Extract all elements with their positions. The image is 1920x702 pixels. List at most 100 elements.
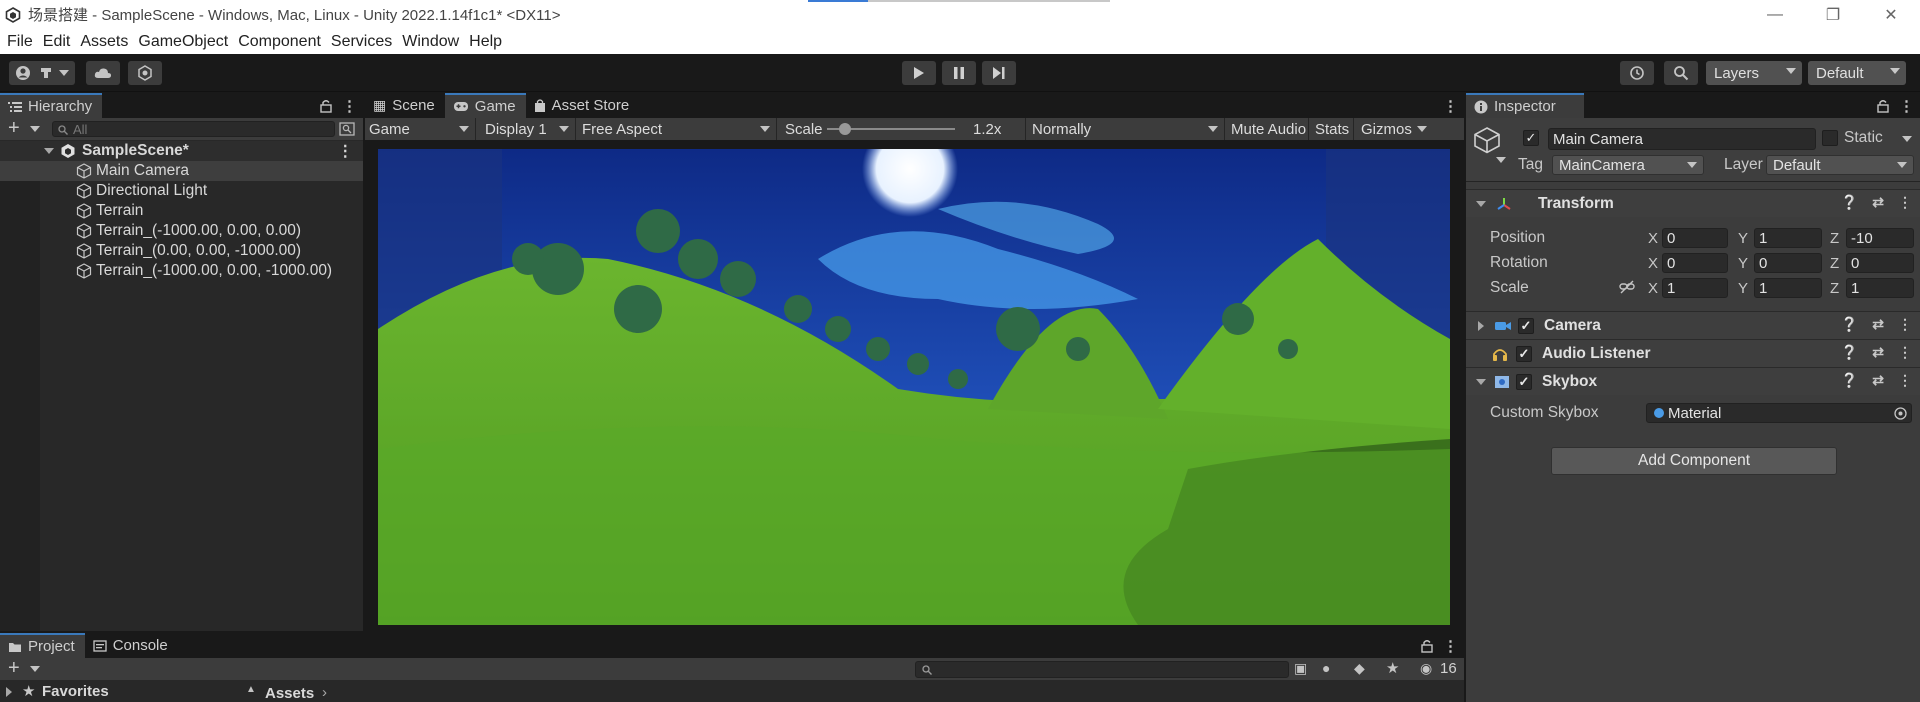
hierarchy-search-input[interactable]: All — [52, 121, 335, 137]
kebab-menu-icon[interactable]: ⋮ — [1898, 194, 1912, 211]
preset-icon[interactable]: ⇄ — [1872, 316, 1884, 333]
preset-icon[interactable]: ⇄ — [1872, 194, 1884, 211]
layout-dropdown[interactable]: Default — [1808, 61, 1906, 85]
lock-icon[interactable] — [1877, 99, 1889, 113]
object-name-field[interactable]: Main Camera — [1548, 128, 1816, 150]
kebab-menu-icon[interactable]: ⋮ — [1443, 637, 1458, 655]
audio-listener-enabled-checkbox[interactable]: ✓ — [1516, 345, 1532, 362]
menu-edit[interactable]: Edit — [36, 33, 71, 51]
tab-console[interactable]: Console — [85, 633, 178, 658]
search-filter-icon[interactable]: ▣ — [1294, 660, 1307, 677]
help-icon[interactable]: ❔ — [1841, 372, 1858, 389]
custom-skybox-field[interactable]: Material — [1646, 403, 1912, 423]
layer-dropdown[interactable]: Default — [1766, 155, 1914, 175]
scale-y-field[interactable]: 1 — [1754, 278, 1822, 298]
tab-asset-store[interactable]: Asset Store — [526, 93, 640, 118]
filter-by-type-icon[interactable]: ● — [1322, 660, 1330, 676]
restore-button[interactable]: ❐ — [1804, 0, 1862, 29]
search-filter-icon[interactable] — [339, 122, 355, 136]
close-button[interactable]: ✕ — [1862, 0, 1920, 29]
position-z-field[interactable]: -10 — [1846, 228, 1914, 248]
favorite-star-icon[interactable]: ★ — [1386, 659, 1399, 677]
foldout-arrow-icon[interactable] — [1476, 378, 1486, 385]
rotation-x-field[interactable]: 0 — [1662, 253, 1728, 273]
kebab-menu-icon[interactable]: ⋮ — [1898, 316, 1912, 333]
hierarchy-item-directional-light[interactable]: Directional Light — [0, 181, 363, 201]
audio-listener-component-header[interactable]: ✓ Audio Listener ❔ ⇄ ⋮ — [1466, 339, 1920, 367]
menu-services[interactable]: Services — [324, 33, 392, 51]
help-icon[interactable]: ❔ — [1841, 344, 1858, 361]
add-component-button[interactable]: Add Component — [1551, 447, 1837, 475]
hierarchy-item-main-camera[interactable]: Main Camera — [0, 161, 363, 181]
foldout-arrow-icon[interactable] — [1478, 320, 1484, 331]
play-mode-dropdown[interactable]: Normally — [1026, 118, 1225, 140]
foldout-arrow-icon[interactable] — [1476, 200, 1486, 207]
chevron-down-icon[interactable] — [1902, 136, 1912, 142]
search-button[interactable] — [1664, 61, 1698, 85]
scale-slider-handle[interactable] — [839, 123, 851, 135]
menu-gameobject[interactable]: GameObject — [131, 33, 228, 51]
menu-component[interactable]: Component — [231, 33, 321, 51]
view-mode-dropdown[interactable]: Game — [365, 118, 476, 140]
aspect-dropdown[interactable]: Free Aspect — [576, 118, 777, 140]
rotation-z-field[interactable]: 0 — [1846, 253, 1914, 273]
tab-hierarchy[interactable]: Hierarchy — [0, 93, 103, 118]
kebab-menu-icon[interactable]: ⋮ — [1898, 372, 1912, 389]
foldout-arrow-icon[interactable] — [6, 687, 12, 697]
hierarchy-item-terrain-c[interactable]: Terrain_(-1000.00, 0.00, -1000.00) — [0, 261, 363, 281]
kebab-menu-icon[interactable]: ⋮ — [1898, 344, 1912, 361]
undo-history-button[interactable] — [1620, 61, 1654, 85]
kebab-menu-icon[interactable]: ⋮ — [338, 142, 354, 161]
mute-audio-toggle[interactable]: Mute Audio — [1225, 118, 1309, 140]
active-checkbox[interactable]: ✓ — [1523, 130, 1539, 146]
hierarchy-item-terrain-b[interactable]: Terrain_(0.00, 0.00, -1000.00) — [0, 241, 363, 261]
play-button[interactable] — [902, 61, 936, 85]
hierarchy-item-terrain[interactable]: Terrain — [0, 201, 363, 221]
layers-dropdown[interactable]: Layers — [1706, 61, 1802, 85]
tab-scene[interactable]: ▦ Scene — [365, 93, 445, 118]
tag-dropdown[interactable]: MainCamera — [1552, 155, 1704, 175]
scale-x-field[interactable]: 1 — [1662, 278, 1728, 298]
step-button[interactable] — [982, 61, 1016, 85]
plastic-scm-button[interactable] — [128, 61, 162, 85]
tab-inspector[interactable]: Inspector — [1466, 93, 1584, 118]
position-y-field[interactable]: 1 — [1754, 228, 1822, 248]
static-checkbox[interactable] — [1822, 130, 1838, 146]
rotation-y-field[interactable]: 0 — [1754, 253, 1822, 273]
create-plus-icon[interactable]: + — [8, 117, 20, 140]
menu-assets[interactable]: Assets — [73, 33, 128, 51]
account-button[interactable] — [9, 61, 75, 85]
gizmos-dropdown[interactable]: Gizmos — [1354, 118, 1433, 140]
menu-window[interactable]: Window — [395, 33, 459, 51]
game-viewport[interactable] — [378, 149, 1450, 625]
menu-file[interactable]: File — [0, 33, 33, 51]
cloud-button[interactable] — [86, 61, 120, 85]
assets-breadcrumb[interactable]: Assets — [265, 685, 314, 702]
scene-row[interactable]: SampleScene* ⋮ — [0, 141, 363, 161]
skybox-component-header[interactable]: ✓ Skybox ❔ ⇄ ⋮ — [1466, 367, 1920, 395]
lock-icon[interactable] — [1421, 639, 1433, 653]
position-x-field[interactable]: 0 — [1662, 228, 1728, 248]
preset-icon[interactable]: ⇄ — [1872, 372, 1884, 389]
kebab-menu-icon[interactable]: ⋮ — [1899, 97, 1914, 115]
chevron-down-icon[interactable] — [1496, 157, 1506, 163]
camera-component-header[interactable]: ✓ Camera ❔ ⇄ ⋮ — [1466, 311, 1920, 339]
object-picker-icon[interactable] — [1894, 407, 1907, 420]
lock-icon[interactable] — [320, 99, 332, 113]
scale-slider[interactable] — [827, 123, 955, 135]
display-dropdown[interactable]: Display 1 — [476, 118, 576, 140]
kebab-menu-icon[interactable]: ⋮ — [342, 97, 357, 115]
tab-project[interactable]: Project — [0, 633, 85, 658]
expand-arrow-icon[interactable] — [44, 148, 54, 154]
camera-enabled-checkbox[interactable]: ✓ — [1518, 317, 1534, 334]
project-search-input[interactable] — [915, 661, 1289, 678]
tab-game[interactable]: Game — [444, 93, 526, 118]
stats-toggle[interactable]: Stats — [1309, 118, 1354, 140]
skybox-enabled-checkbox[interactable]: ✓ — [1516, 373, 1532, 390]
constrain-proportions-link-icon[interactable] — [1619, 280, 1635, 294]
hierarchy-item-terrain-a[interactable]: Terrain_(-1000.00, 0.00, 0.00) — [0, 221, 363, 241]
scale-z-field[interactable]: 1 — [1846, 278, 1914, 298]
transform-component-header[interactable]: Transform ❔ ⇄ ⋮ — [1466, 189, 1920, 217]
help-icon[interactable]: ❔ — [1841, 316, 1858, 333]
filter-by-label-icon[interactable]: ◆ — [1354, 660, 1365, 677]
